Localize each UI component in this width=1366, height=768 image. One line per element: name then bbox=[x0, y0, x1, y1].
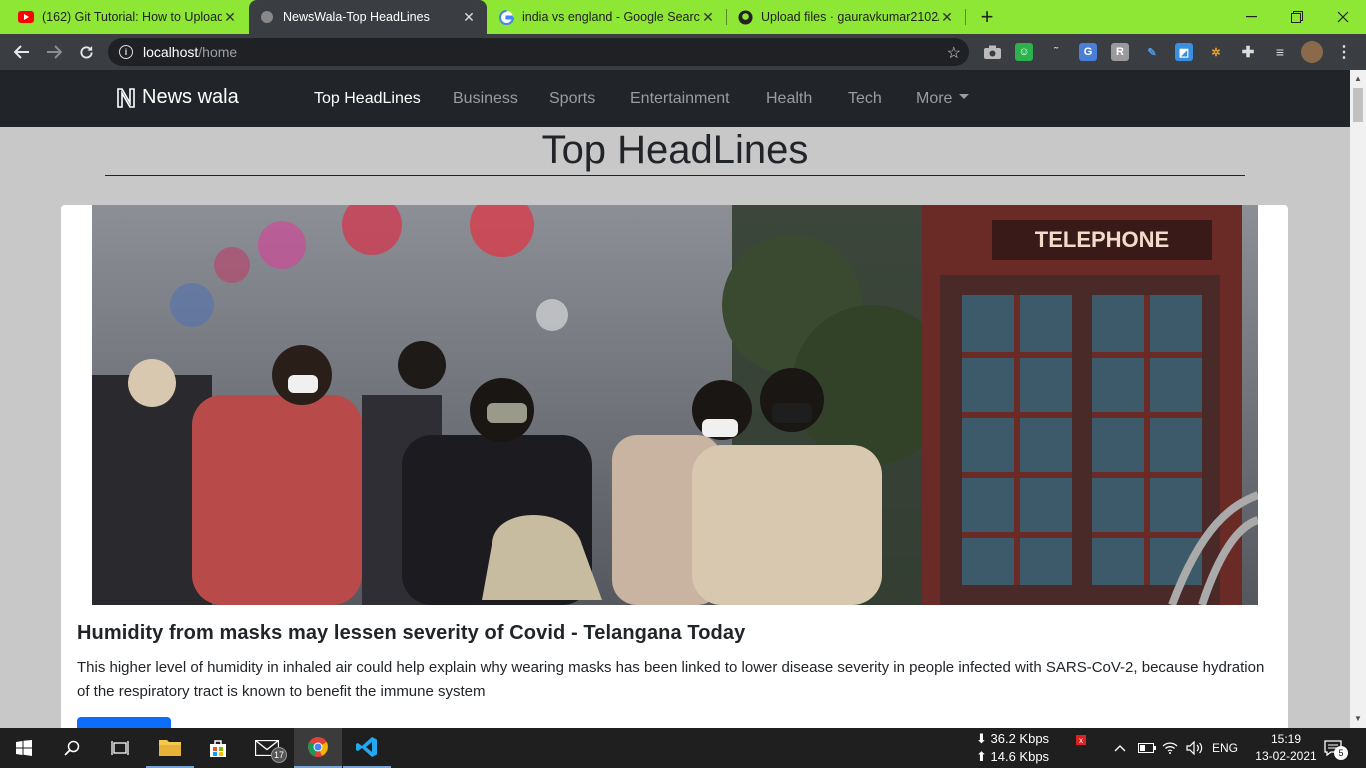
tab-google-search[interactable]: india vs england - Google Search ✕ bbox=[488, 0, 726, 34]
download-speed-value: 36.2 Kbps bbox=[990, 731, 1050, 746]
tab-newswala[interactable]: NewsWala-Top HeadLines ✕ bbox=[249, 0, 487, 34]
news-card: TELEPHONE Humidity from masks may lessen… bbox=[61, 205, 1288, 747]
clock-time: 15:19 bbox=[1270, 732, 1302, 746]
nav-tech[interactable]: Tech bbox=[848, 90, 882, 108]
tab-github[interactable]: Upload files · gauravkumar2102/ ✕ bbox=[727, 0, 965, 34]
scrollbar-thumb[interactable] bbox=[1353, 88, 1363, 122]
notification-badge: 5 bbox=[1334, 746, 1348, 760]
store-icon[interactable] bbox=[194, 728, 242, 768]
site-navbar: News wala Top HeadLines Business Sports … bbox=[0, 70, 1350, 127]
github-icon bbox=[737, 9, 753, 25]
reader-extension-icon[interactable]: R bbox=[1111, 43, 1129, 61]
scroll-down-arrow-icon[interactable]: ▼ bbox=[1353, 714, 1363, 723]
menu-kebab-icon[interactable]: ⋮ bbox=[1335, 43, 1353, 61]
camera-extension-icon[interactable] bbox=[983, 43, 1001, 61]
translate-extension-icon[interactable]: G bbox=[1079, 43, 1097, 61]
article-title[interactable]: Humidity from masks may lessen severity … bbox=[77, 622, 745, 645]
spark-extension-icon[interactable]: ✲ bbox=[1207, 43, 1225, 61]
tab-youtube[interactable]: (162) Git Tutorial: How to Upload ✕ bbox=[8, 0, 248, 34]
site-info-icon[interactable]: i bbox=[119, 45, 133, 59]
close-window-button[interactable] bbox=[1320, 0, 1366, 34]
restore-button[interactable] bbox=[1274, 0, 1320, 34]
url-host: localhost bbox=[143, 44, 199, 60]
tilde-extension-icon[interactable]: ˜ bbox=[1047, 43, 1065, 61]
mail-badge: 17 bbox=[271, 747, 287, 763]
close-icon[interactable]: ✕ bbox=[222, 9, 238, 26]
article-image[interactable]: TELEPHONE bbox=[92, 205, 1258, 605]
download-speed: ⬇ 36.2 Kbps bbox=[976, 731, 1050, 746]
close-icon[interactable]: ✕ bbox=[939, 9, 955, 26]
network-speed-meter: ⬇ 36.2 Kbps ⬆ 14.6 Kbps bbox=[976, 728, 1049, 768]
clipboard-extension-icon[interactable]: ☺ bbox=[1015, 43, 1033, 61]
url-text: localhost/home bbox=[143, 44, 237, 60]
tray-app-icon[interactable]: x bbox=[1076, 728, 1086, 768]
url-path: /home bbox=[198, 44, 238, 60]
google-icon bbox=[498, 9, 514, 25]
clock[interactable]: 15:19 13-02-2021 bbox=[1248, 728, 1324, 768]
browser-tab-strip: (162) Git Tutorial: How to Upload ✕ News… bbox=[0, 0, 1366, 34]
show-hidden-icons-icon[interactable] bbox=[1114, 728, 1126, 768]
tab-label: Upload files · gauravkumar2102/ bbox=[761, 10, 939, 24]
title-divider bbox=[105, 175, 1245, 176]
blue-extension-icon[interactable]: ◩ bbox=[1175, 43, 1193, 61]
language-indicator[interactable]: ENG bbox=[1212, 728, 1238, 768]
notification-center-icon[interactable]: 5 bbox=[1324, 728, 1348, 768]
tab-label: (162) Git Tutorial: How to Upload bbox=[42, 10, 222, 24]
bookmark-star-icon[interactable]: ☆ bbox=[947, 43, 961, 63]
tab-label: NewsWala-Top HeadLines bbox=[283, 10, 430, 24]
browser-toolbar: i localhost/home ☆ ☺ ˜ G R ✎ ◩ ✲ ✚ ≡ ⋮ bbox=[0, 34, 1366, 70]
article-description: This higher level of humidity in inhaled… bbox=[77, 659, 1265, 700]
youtube-icon bbox=[18, 9, 34, 25]
nav-business[interactable]: Business bbox=[453, 90, 518, 108]
nav-entertainment[interactable]: Entertainment bbox=[630, 90, 730, 108]
mail-icon[interactable]: 17 bbox=[243, 728, 291, 768]
back-button[interactable] bbox=[10, 40, 34, 64]
scroll-up-arrow-icon[interactable]: ▲ bbox=[1353, 74, 1363, 83]
caret-down-icon bbox=[959, 94, 970, 100]
brand[interactable]: News wala bbox=[116, 86, 239, 109]
telephone-sign: TELEPHONE bbox=[1035, 227, 1169, 252]
windows-start-icon[interactable] bbox=[0, 728, 48, 768]
tab-divider bbox=[965, 9, 966, 25]
nav-health[interactable]: Health bbox=[766, 90, 812, 108]
task-view-icon[interactable] bbox=[96, 728, 144, 768]
wifi-icon[interactable] bbox=[1162, 728, 1178, 768]
windows-taskbar: 17 ⬇ 36.2 Kbps ⬆ 14.6 Kbps x ENG 15:19 1… bbox=[0, 728, 1366, 768]
page-scrollbar[interactable]: ▲ ▼ bbox=[1350, 70, 1366, 728]
battery-icon[interactable] bbox=[1138, 728, 1156, 768]
tab-label: india vs england - Google Search bbox=[522, 10, 700, 24]
new-tab-button[interactable]: + bbox=[975, 4, 999, 30]
close-icon[interactable]: ✕ bbox=[461, 9, 477, 26]
profile-avatar-icon[interactable] bbox=[1301, 41, 1323, 63]
extensions-puzzle-icon[interactable]: ✚ bbox=[1239, 43, 1257, 61]
minimize-button[interactable] bbox=[1228, 0, 1274, 34]
reading-list-icon[interactable]: ≡ bbox=[1271, 43, 1289, 61]
nav-more-dropdown[interactable]: More bbox=[916, 90, 970, 108]
reload-button[interactable] bbox=[74, 40, 98, 64]
brand-name: News wala bbox=[142, 86, 239, 108]
forward-button[interactable] bbox=[42, 40, 66, 64]
nav-more-label: More bbox=[916, 90, 953, 107]
volume-icon[interactable] bbox=[1186, 728, 1204, 768]
file-explorer-icon[interactable] bbox=[146, 728, 194, 768]
close-icon[interactable]: ✕ bbox=[700, 9, 716, 26]
nav-top-headlines[interactable]: Top HeadLines bbox=[314, 90, 421, 108]
news-logo-icon bbox=[117, 87, 135, 108]
vscode-icon[interactable] bbox=[343, 728, 391, 768]
chrome-icon[interactable] bbox=[294, 728, 342, 768]
nav-sports[interactable]: Sports bbox=[549, 90, 595, 108]
address-bar[interactable]: i localhost/home ☆ bbox=[108, 38, 969, 66]
search-icon[interactable] bbox=[48, 728, 96, 768]
upload-speed: ⬆ 14.6 Kbps bbox=[976, 749, 1050, 764]
pen-extension-icon[interactable]: ✎ bbox=[1143, 43, 1161, 61]
clock-date: 13-02-2021 bbox=[1255, 749, 1317, 763]
page-title: Top HeadLines bbox=[541, 128, 809, 172]
globe-icon bbox=[259, 9, 275, 25]
upload-speed-value: 14.6 Kbps bbox=[990, 749, 1050, 764]
